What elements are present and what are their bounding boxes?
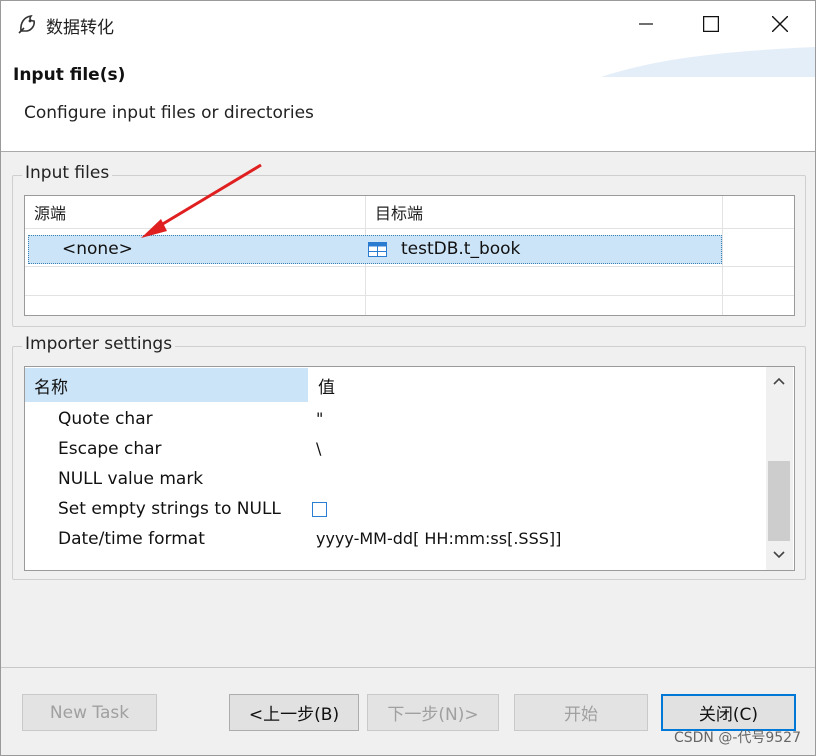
chevron-down-icon — [773, 551, 785, 559]
page-description: Configure input files or directories — [24, 103, 314, 123]
column-header-value[interactable]: 值 — [309, 368, 766, 402]
table-icon — [368, 242, 387, 261]
annotation-arrow — [141, 163, 262, 238]
dialog-window: 数据转化 Input file(s) Configure input files… — [0, 0, 816, 756]
next-button[interactable]: 下一步(N)> — [367, 694, 499, 731]
minimize-icon — [639, 23, 653, 25]
close-window-button[interactable] — [757, 1, 803, 47]
importer-settings-label: Importer settings — [22, 334, 176, 354]
property-value[interactable]: yyyy-MM-dd[ HH:mm:ss[.SSS]] — [316, 529, 561, 548]
banner-decoration — [601, 47, 815, 77]
column-header-name[interactable]: 名称 — [25, 368, 308, 402]
start-button[interactable]: 开始 — [514, 694, 648, 731]
property-value[interactable]: \ — [316, 439, 321, 458]
set-empty-strings-null-checkbox[interactable] — [312, 502, 327, 517]
page-title: Input file(s) — [13, 65, 126, 85]
property-name: Quote char — [58, 409, 153, 429]
close-icon — [772, 16, 788, 32]
scroll-thumb[interactable] — [768, 461, 790, 541]
close-button[interactable]: 关闭(C) — [661, 694, 796, 731]
chevron-up-icon — [773, 377, 785, 385]
window-title: 数据转化 — [46, 18, 114, 38]
minimize-button[interactable] — [623, 1, 669, 47]
footer-separator — [1, 667, 815, 668]
new-task-button[interactable]: New Task — [22, 694, 157, 731]
property-value[interactable]: " — [316, 409, 323, 428]
back-button[interactable]: <上一步(B) — [229, 694, 359, 731]
column-header-target[interactable]: 目标端 — [366, 196, 722, 228]
target-cell[interactable]: testDB.t_book — [401, 239, 520, 259]
wizard-header: Input file(s) Configure input files or d… — [1, 47, 815, 152]
source-cell[interactable]: <none> — [62, 239, 133, 259]
vertical-scrollbar[interactable] — [766, 367, 793, 570]
app-icon — [17, 13, 39, 35]
scroll-up-button[interactable] — [766, 369, 792, 393]
importer-settings-table[interactable]: 名称 值 Quote char " Escape char \ NULL val… — [24, 366, 795, 571]
property-name: Date/time format — [58, 529, 205, 549]
title-bar: 数据转化 — [1, 1, 815, 47]
property-name: Escape char — [58, 439, 162, 459]
maximize-button[interactable] — [688, 1, 734, 47]
watermark: CSDN @-代号9527 — [673, 730, 801, 746]
scroll-down-button[interactable] — [766, 543, 792, 567]
property-name: Set empty strings to NULL — [58, 499, 281, 519]
maximize-icon — [703, 16, 719, 32]
property-name: NULL value mark — [58, 469, 204, 489]
input-files-label: Input files — [22, 163, 113, 183]
